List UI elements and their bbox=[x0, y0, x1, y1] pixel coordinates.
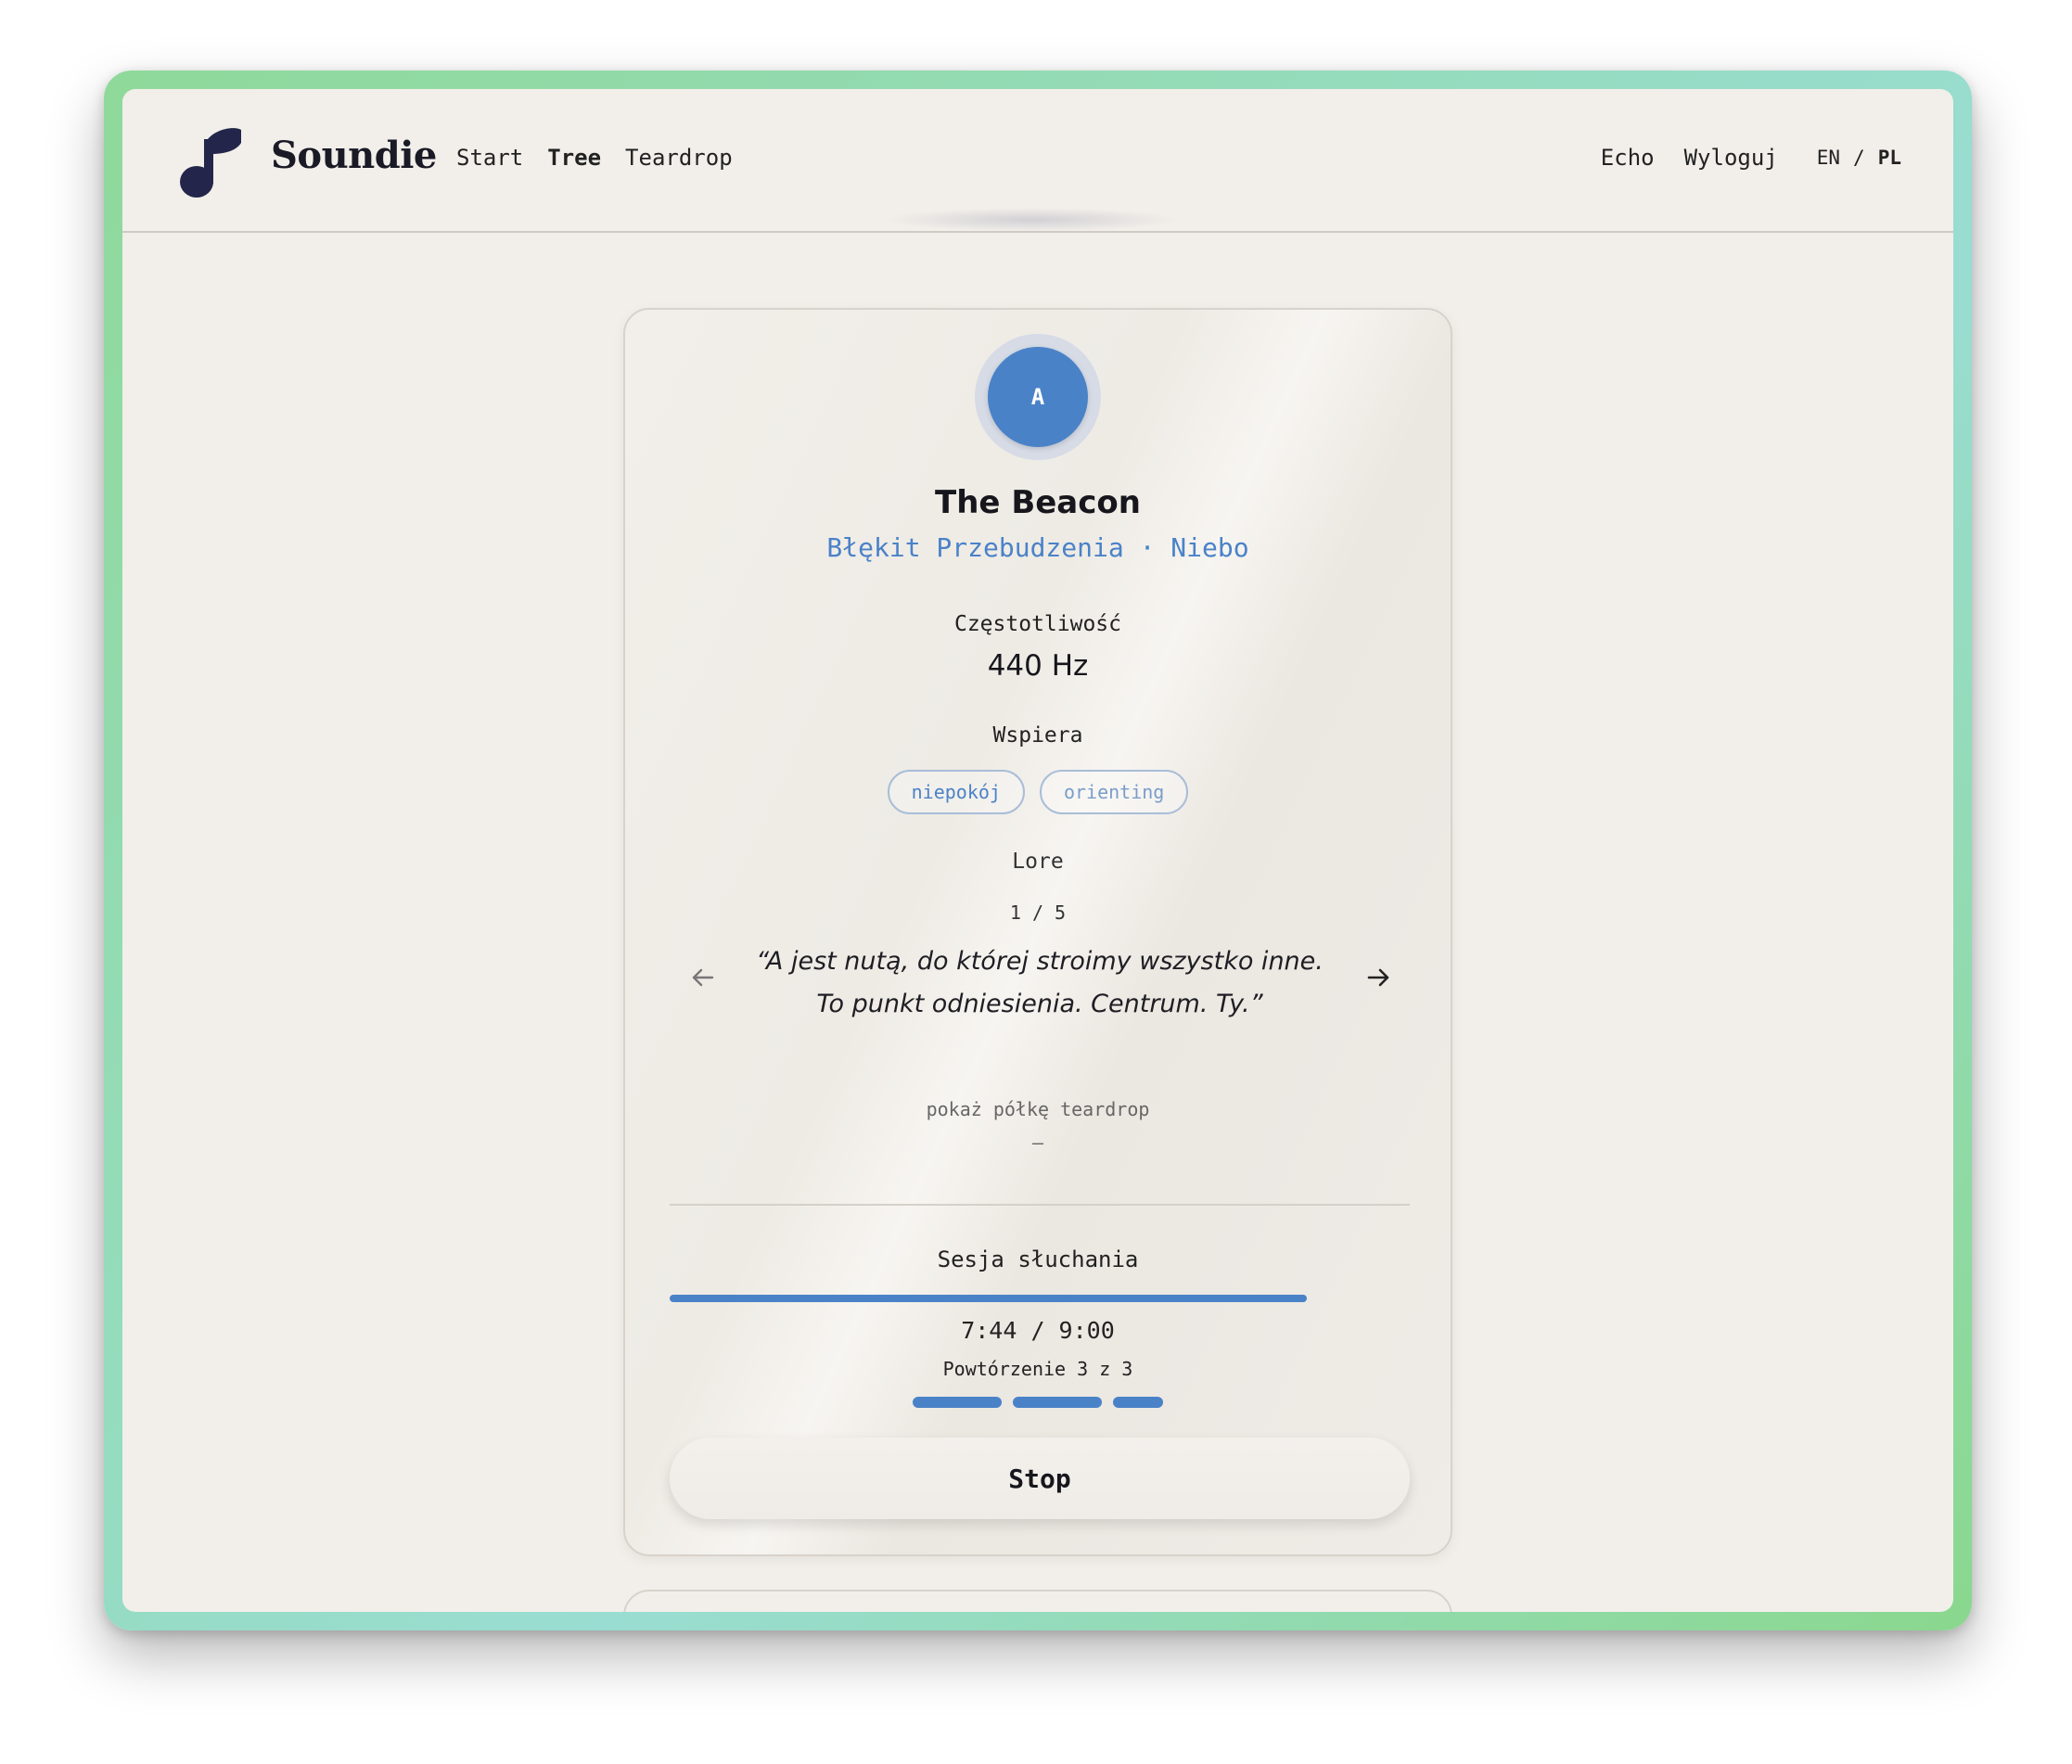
nav-echo[interactable]: Echo bbox=[1601, 145, 1655, 171]
repetition-segment bbox=[913, 1397, 1002, 1408]
tone-card: A The Beacon Błękit Przebudzenia · Niebo… bbox=[623, 308, 1452, 1556]
main-nav: Start Tree Teardrop bbox=[456, 145, 733, 171]
repetition-label: Powtórzenie 3 z 3 bbox=[942, 1358, 1133, 1380]
lang-en[interactable]: EN bbox=[1817, 147, 1840, 169]
stop-button[interactable]: Stop bbox=[670, 1438, 1410, 1519]
arrow-right-icon[interactable] bbox=[1362, 961, 1395, 994]
header-glow bbox=[883, 208, 1180, 232]
top-nav-bar: Soundie Start Tree Teardrop Echo Wyloguj… bbox=[122, 89, 1953, 233]
repetition-segment bbox=[1113, 1397, 1163, 1408]
next-card bbox=[623, 1590, 1452, 1612]
lang-pl[interactable]: PL bbox=[1878, 147, 1901, 169]
logout-link[interactable]: Wyloguj bbox=[1684, 145, 1778, 171]
nav-start[interactable]: Start bbox=[456, 145, 523, 171]
window-frame: Soundie Start Tree Teardrop Echo Wyloguj… bbox=[104, 70, 1972, 1630]
session-progress[interactable] bbox=[670, 1295, 1410, 1302]
arrow-left-icon[interactable] bbox=[686, 961, 720, 994]
nav-teardrop[interactable]: Teardrop bbox=[625, 145, 733, 171]
tag-list: niepokój orienting bbox=[625, 770, 1451, 814]
tag-orienting[interactable]: orienting bbox=[1039, 770, 1189, 814]
app-window: Soundie Start Tree Teardrop Echo Wyloguj… bbox=[122, 89, 1953, 1612]
avatar-ring: A bbox=[975, 334, 1101, 460]
note-avatar: A bbox=[988, 347, 1088, 447]
language-switcher: EN / PL bbox=[1817, 147, 1901, 169]
nav-tree[interactable]: Tree bbox=[547, 145, 601, 171]
frequency-label: Częstotliwość bbox=[953, 612, 1121, 636]
show-shelf-toggle[interactable]: pokaż półkę teardrop bbox=[625, 1098, 1451, 1120]
supports-label: Wspiera bbox=[992, 723, 1083, 748]
frequency-value: 440 Hz bbox=[987, 649, 1089, 683]
lore-counter: 1 / 5 bbox=[1009, 901, 1067, 924]
tag-niepokoj[interactable]: niepokój bbox=[887, 770, 1025, 814]
section-divider bbox=[670, 1204, 1410, 1206]
shelf-value: – bbox=[1031, 1131, 1044, 1154]
tone-subtitle: Błękit Przebudzenia · Niebo bbox=[826, 532, 1249, 563]
lore-label: Lore bbox=[1012, 850, 1064, 874]
session-label: Sesja słuchania bbox=[937, 1246, 1139, 1272]
account-nav: Echo Wyloguj EN / PL bbox=[1571, 145, 1901, 171]
session-progress-fill bbox=[670, 1295, 1307, 1302]
repetition-indicator bbox=[625, 1397, 1451, 1408]
brand-name[interactable]: Soundie bbox=[271, 134, 437, 177]
lang-separator: / bbox=[1853, 147, 1865, 169]
repetition-segment bbox=[1013, 1397, 1102, 1408]
tone-title: The Beacon bbox=[935, 484, 1141, 521]
session-time: 7:44 / 9:00 bbox=[961, 1317, 1115, 1344]
lore-quote: “A jest nutą, do której stroimy wszystko… bbox=[756, 947, 1324, 1018]
music-note-logo-icon[interactable] bbox=[180, 126, 243, 198]
